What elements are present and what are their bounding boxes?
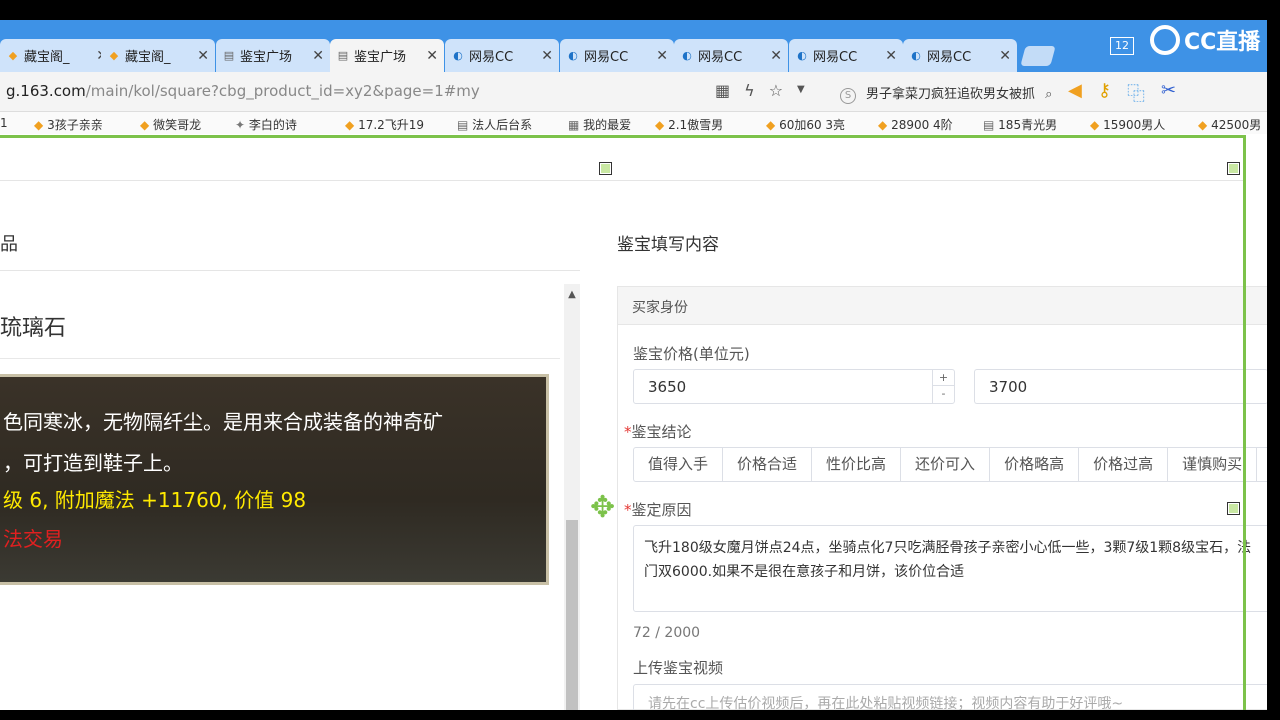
url-field[interactable]: g.163.com/main/kol/square?cbg_product_id… [6,82,480,100]
cc-live-logo: CC直播 [1150,20,1260,60]
treasure-icon: ◆ [109,49,119,62]
move-cursor-icon: ✥ [590,490,616,525]
tab-8[interactable]: ◐ 网易CC ✕ [789,39,903,72]
close-icon[interactable]: ✕ [541,48,553,64]
search-engine-icon: S [840,88,856,104]
chevron-down-icon[interactable]: ▼ [797,81,805,100]
close-icon[interactable]: ✕ [426,48,438,64]
scissors-icon[interactable]: ✂ [1161,80,1176,106]
close-icon[interactable]: ✕ [312,48,324,64]
close-icon[interactable]: ✕ [197,48,209,64]
tab-5[interactable]: ◐ 网易CC ✕ [445,39,559,72]
cc-logo-icon [1150,25,1180,55]
selection-frame [0,135,1246,710]
translate-icon[interactable]: ⿻ [1127,80,1145,106]
back-icon[interactable]: ◀ [1068,80,1082,106]
treasure-icon: ◆ [878,118,888,132]
bookmark-item[interactable]: ◆ 17.2飞升19 [345,116,424,133]
lightning-icon[interactable]: ϟ [744,81,755,100]
browser-window: ◆ 藏宝阁_ ✕ ◆ 藏宝阁_ ✕ ▤ 鉴宝广场 ✕ ▤ 鉴宝广场 ✕ ◐ 网易… [0,20,1267,710]
tab-count-badge[interactable]: 12 [1110,37,1134,55]
close-icon[interactable]: ✕ [885,48,897,64]
resize-handle[interactable] [1227,502,1240,515]
search-box[interactable]: S 男子拿菜刀疯狂追砍男女被抓 ⌕ [840,83,1052,104]
bookmark-item[interactable]: ◆ 60加60 3亮 [766,116,845,133]
resize-handle[interactable] [1227,162,1240,175]
cc-icon: ◐ [453,49,463,62]
search-icon[interactable]: ⌕ [1045,87,1052,102]
recording-bottom-bar [0,710,1280,720]
bookmarks-bar: 1 ◆ 3孩子亲亲 ◆ 微笑哥龙 ✦ 李白的诗 ◆ 17.2飞升19 ▤ 法人后… [0,112,1267,134]
poem-icon: ✦ [235,118,246,132]
bookmark-item[interactable]: ▤ 法人后台系 [457,116,532,133]
close-icon[interactable]: ✕ [656,48,668,64]
close-icon[interactable]: ✕ [999,48,1011,64]
treasure-icon: ◆ [8,49,18,62]
bookmark-item[interactable]: 1 [0,116,8,130]
treasure-icon: ◆ [1198,118,1208,132]
qr-icon[interactable]: ▦ [715,81,730,100]
tab-2[interactable]: ◆ 藏宝阁_ ✕ [101,39,215,72]
cc-icon: ◐ [568,49,578,62]
bookmark-item[interactable]: ◆ 42500男 [1198,116,1261,133]
tab-9[interactable]: ◐ 网易CC ✕ [903,39,1017,72]
tab-1[interactable]: ◆ 藏宝阁_ ✕ [0,39,114,72]
bookmark-item[interactable]: ✦ 李白的诗 [235,116,297,133]
page-icon: ▤ [223,49,235,62]
bookmark-item[interactable]: ◆ 2.1傲雪男 [655,116,723,133]
cc-icon: ◐ [682,49,692,62]
toolbar-icons: ◀ ⚷ ⿻ ✂ [1068,80,1176,106]
cc-icon: ◐ [911,49,921,62]
page-icon: ▤ [457,118,469,132]
grid-icon: ▦ [568,118,580,132]
tab-4-active[interactable]: ▤ 鉴宝广场 ✕ [330,39,444,72]
page-icon: ▤ [337,49,349,62]
page-icon: ▤ [983,118,995,132]
tab-6[interactable]: ◐ 网易CC ✕ [560,39,674,72]
tab-3[interactable]: ▤ 鉴宝广场 ✕ [216,39,330,72]
bookmark-item[interactable]: ▦ 我的最爱 [568,116,631,133]
tab-strip: ◆ 藏宝阁_ ✕ ◆ 藏宝阁_ ✕ ▤ 鉴宝广场 ✕ ▤ 鉴宝广场 ✕ ◐ 网易… [0,20,1267,72]
bookmark-item[interactable]: ▤ 185青光男 [983,116,1057,133]
star-icon[interactable]: ☆ [769,81,783,100]
bookmark-item[interactable]: ◆ 15900男人 [1090,116,1165,133]
treasure-icon: ◆ [34,118,44,132]
bookmark-item[interactable]: ◆ 28900 4阶 [878,116,953,133]
bookmark-item[interactable]: ◆ 微笑哥龙 [140,116,201,133]
tab-7[interactable]: ◐ 网易CC ✕ [674,39,788,72]
treasure-icon: ◆ [766,118,776,132]
treasure-icon: ◆ [345,118,355,132]
bookmark-item[interactable]: ◆ 3孩子亲亲 [34,116,103,133]
treasure-icon: ◆ [140,118,150,132]
page-content: 品 琉璃石 色同寒冰，无物隔纤尘。是用来合成装备的神奇矿 ，可打造到鞋子上。 级… [0,134,1267,710]
treasure-icon: ◆ [1090,118,1100,132]
address-bar: g.163.com/main/kol/square?cbg_product_id… [0,72,1267,112]
new-tab-button[interactable] [1020,46,1056,66]
close-icon[interactable]: ✕ [770,48,782,64]
resize-handle[interactable] [599,162,612,175]
treasure-icon: ◆ [655,118,665,132]
recording-top-bar [0,0,1280,20]
address-icons: ▦ ϟ ☆ ▼ [715,81,805,100]
key-icon[interactable]: ⚷ [1098,80,1111,106]
cc-icon: ◐ [797,49,807,62]
